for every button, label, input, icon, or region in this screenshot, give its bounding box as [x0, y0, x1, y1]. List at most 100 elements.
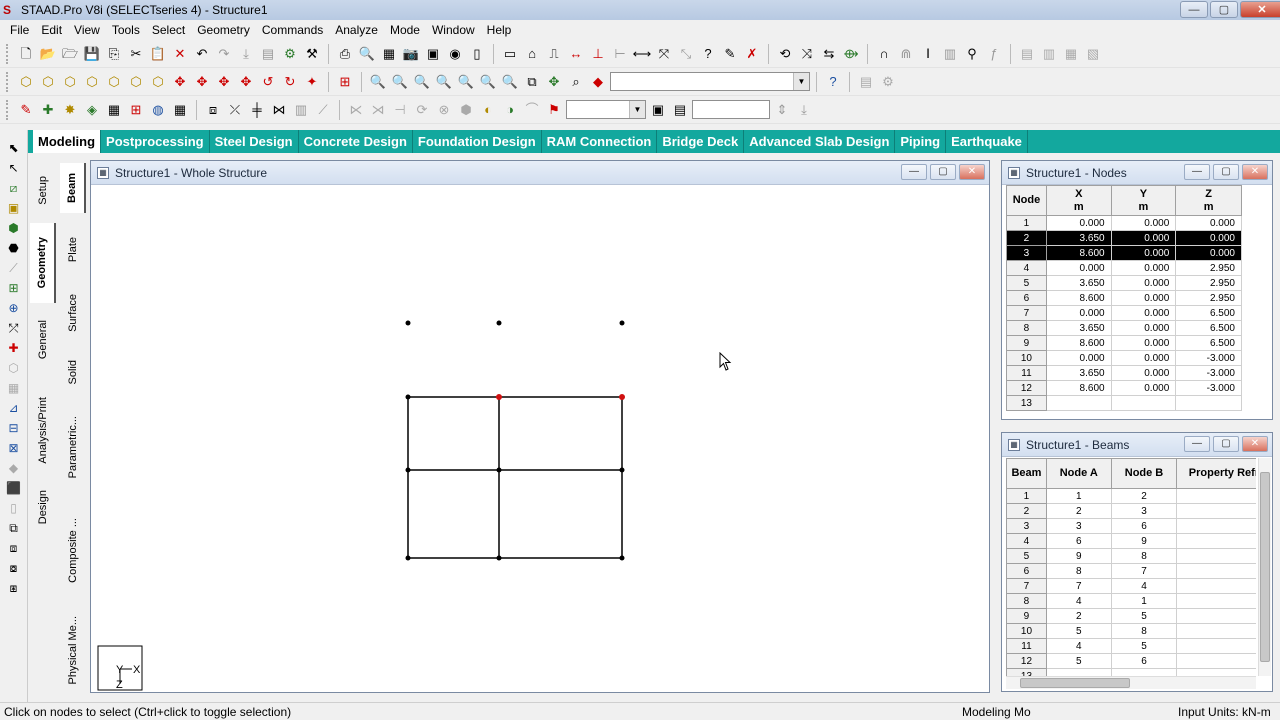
cell-node-a[interactable]: 2: [1045, 503, 1112, 519]
table-row[interactable]: 687: [1006, 563, 1256, 579]
spin-left-icon[interactable]: ↺: [258, 72, 278, 92]
cell-property[interactable]: [1176, 533, 1256, 549]
tab-modeling[interactable]: Modeling: [33, 130, 102, 153]
view-right-icon[interactable]: ⬡: [104, 72, 124, 92]
rotate-icon[interactable]: ⟲: [775, 44, 795, 64]
node-point[interactable]: [496, 320, 502, 326]
cell-property[interactable]: [1176, 518, 1256, 534]
property-icon[interactable]: Ⅰ: [918, 44, 938, 64]
zoom-in-icon[interactable]: 🔍: [412, 72, 432, 92]
row-header[interactable]: 2: [1006, 503, 1047, 519]
cell-y[interactable]: 0.000: [1110, 245, 1177, 261]
disabled-tool-icon[interactable]: ⬛: [4, 478, 24, 497]
cell-node-a[interactable]: 5: [1045, 623, 1112, 639]
zoom-extents-icon[interactable]: 🔍: [456, 72, 476, 92]
disabled-tool-icon[interactable]: ⬡: [4, 358, 24, 377]
table-row[interactable]: 1 0.000 0.000 0.000: [1006, 215, 1242, 231]
monitor-icon[interactable]: ▣: [648, 100, 668, 120]
rotate-down-icon[interactable]: ✥: [192, 72, 212, 92]
col-property-header[interactable]: Property Refn: [1176, 458, 1256, 489]
beam-label-icon[interactable]: ⊢: [610, 44, 630, 64]
select-green-icon[interactable]: ◑: [500, 100, 520, 120]
cell-node-a[interactable]: 1: [1045, 488, 1112, 504]
zoom-window-icon[interactable]: 🔍: [368, 72, 388, 92]
tab-concrete-design[interactable]: Concrete Design: [299, 130, 413, 153]
render-icon[interactable]: ◉: [445, 44, 465, 64]
toolbar-grip[interactable]: [6, 43, 10, 64]
row-header[interactable]: 7: [1006, 305, 1047, 321]
open-folder-icon[interactable]: 🗁: [60, 44, 80, 64]
table-row[interactable]: 841: [1006, 593, 1256, 609]
cell-node-a[interactable]: 2: [1045, 608, 1112, 624]
table-row[interactable]: 10 0.000 0.000 -3.000: [1006, 350, 1242, 366]
cell-x[interactable]: 0.000: [1045, 215, 1112, 231]
scrollbar-thumb[interactable]: [1020, 678, 1130, 688]
cell-z[interactable]: 2.950: [1175, 260, 1242, 276]
vtab-setup[interactable]: Setup: [30, 165, 56, 215]
vtab-analysis-print[interactable]: Analysis/Print: [30, 385, 56, 475]
row-header[interactable]: 8: [1006, 593, 1047, 609]
cell-x[interactable]: 0.000: [1045, 305, 1112, 321]
cell-z[interactable]: 2.950: [1175, 275, 1242, 291]
export-icon[interactable]: ▤: [258, 44, 278, 64]
cell-y[interactable]: 0.000: [1110, 260, 1177, 276]
zoom-dynamic-icon[interactable]: 🔍: [390, 72, 410, 92]
cell-node-b[interactable]: 4: [1110, 578, 1178, 594]
paste-icon[interactable]: 📋: [148, 44, 168, 64]
nodes-minimize-button[interactable]: —: [1184, 164, 1210, 180]
row-header[interactable]: 9: [1006, 608, 1047, 624]
snap-icon[interactable]: ⟴: [841, 44, 861, 64]
row-header[interactable]: 10: [1006, 350, 1047, 366]
node-point[interactable]: [619, 555, 625, 561]
beams-window-titlebar[interactable]: ▦ Structure1 - Beams — ▢ ✕: [1002, 433, 1272, 457]
col-node-header[interactable]: Node: [1006, 185, 1047, 216]
calc-icon[interactable]: ▤: [670, 100, 690, 120]
delete-icon[interactable]: ✕: [170, 44, 190, 64]
zoom-out-icon[interactable]: 🔍: [434, 72, 454, 92]
row-header[interactable]: 12: [1006, 653, 1047, 669]
cell-y[interactable]: 0.000: [1110, 335, 1177, 351]
row-header[interactable]: 4: [1006, 533, 1047, 549]
subtab-surface[interactable]: Surface: [60, 283, 86, 343]
node-icon[interactable]: ◆: [588, 72, 608, 92]
span-icon[interactable]: ⟷: [632, 44, 652, 64]
structure-minimize-button[interactable]: —: [901, 164, 927, 180]
table-row[interactable]: 12 8.600 0.000 -3.000: [1006, 380, 1242, 396]
vtab-design[interactable]: Design: [30, 480, 56, 535]
tag-icon[interactable]: ⚑: [544, 100, 564, 120]
table-row[interactable]: 7 0.000 0.000 6.500: [1006, 305, 1242, 321]
structure-window-titlebar[interactable]: ▦ Structure1 - Whole Structure — ▢ ✕: [91, 161, 989, 185]
merge-icon[interactable]: ⋈: [269, 100, 289, 120]
table-row[interactable]: 925: [1006, 608, 1256, 624]
cell-property[interactable]: [1176, 608, 1256, 624]
node-label-icon[interactable]: ⊥: [588, 44, 608, 64]
disabled-print-icon[interactable]: ▦: [1061, 44, 1081, 64]
row-header[interactable]: 10: [1006, 623, 1047, 639]
surface-tool-icon[interactable]: ⊟: [4, 418, 24, 437]
menu-analyze[interactable]: Analyze: [329, 23, 384, 37]
tab-earthquake[interactable]: Earthquake: [946, 130, 1028, 153]
table-row[interactable]: 11 3.650 0.000 -3.000: [1006, 365, 1242, 381]
plate-cursor-icon[interactable]: ▣: [4, 198, 24, 217]
connect-icon[interactable]: ⧇: [4, 558, 24, 577]
cell-node-b[interactable]: 1: [1110, 593, 1178, 609]
cell-y[interactable]: 0.000: [1110, 365, 1177, 381]
disabled-curve-icon[interactable]: ⌒: [522, 100, 542, 120]
add-beam-icon[interactable]: ✸: [60, 100, 80, 120]
view-left-icon[interactable]: ⬡: [82, 72, 102, 92]
cell-z[interactable]: 6.500: [1175, 335, 1242, 351]
pointer-icon[interactable]: ↖: [4, 158, 24, 177]
cell-node-b[interactable]: 7: [1110, 563, 1178, 579]
beams-table[interactable]: Beam Node A Node B Property Refn 112 223…: [1006, 458, 1256, 676]
structure-maximize-button[interactable]: ▢: [930, 164, 956, 180]
view-top-icon[interactable]: ⬡: [126, 72, 146, 92]
snap-node-icon[interactable]: ⊞: [4, 278, 24, 297]
spinner-icon[interactable]: ⇕: [772, 100, 792, 120]
table-row[interactable]: 4 0.000 0.000 2.950: [1006, 260, 1242, 276]
menu-mode[interactable]: Mode: [384, 23, 426, 37]
row-header[interactable]: 6: [1006, 563, 1047, 579]
cell-z[interactable]: -3.000: [1175, 365, 1242, 381]
disabled-cycle-icon[interactable]: ⟳: [412, 100, 432, 120]
row-header[interactable]: 5: [1006, 275, 1047, 291]
disabled-connect-icon[interactable]: ⋉: [346, 100, 366, 120]
